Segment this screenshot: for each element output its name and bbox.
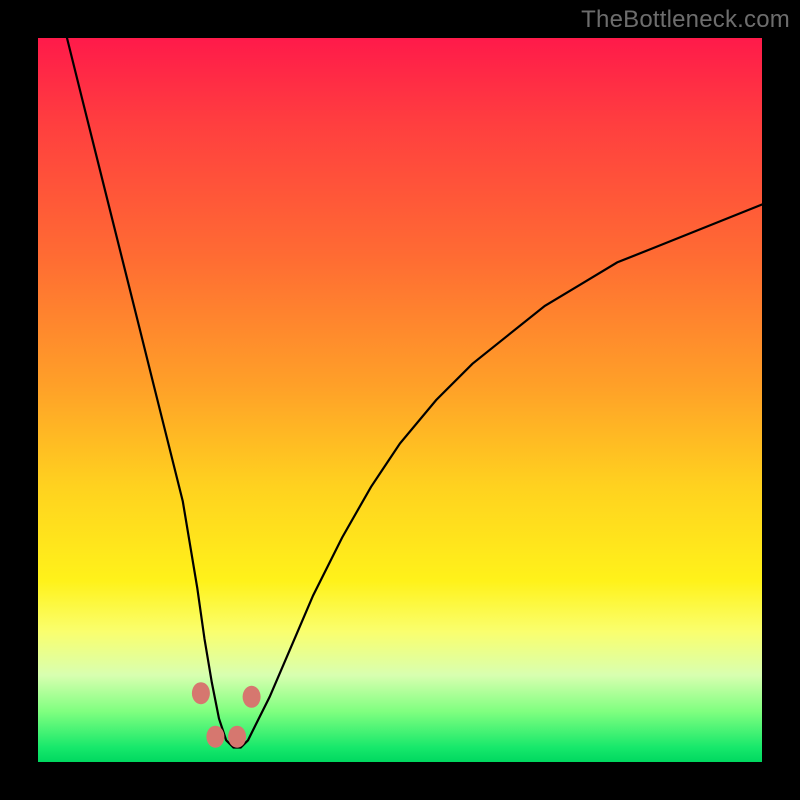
curve-marker-2 — [228, 726, 246, 748]
outer-frame: TheBottleneck.com — [0, 0, 800, 800]
bottleneck-curve-path — [67, 38, 762, 748]
curve-marker-0 — [192, 682, 210, 704]
curve-marker-3 — [243, 686, 261, 708]
watermark-text: TheBottleneck.com — [581, 6, 790, 34]
curve-marker-1 — [206, 726, 224, 748]
chart-svg — [38, 38, 762, 762]
plot-area — [38, 38, 762, 762]
